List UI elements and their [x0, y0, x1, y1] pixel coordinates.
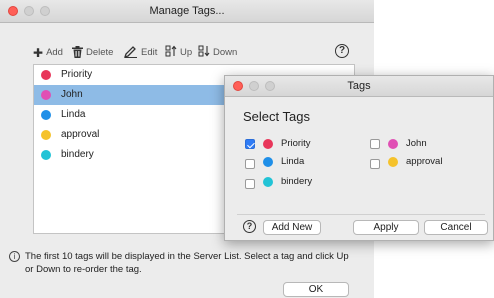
checkbox-approval[interactable]	[370, 159, 380, 169]
option-label: bindery	[281, 176, 313, 187]
trash-icon	[72, 45, 83, 61]
pencil-icon	[123, 45, 138, 61]
tag-color-dot	[263, 177, 273, 187]
tag-name: Linda	[61, 109, 86, 120]
delete-label: Delete	[86, 47, 114, 58]
ok-button[interactable]: OK	[283, 282, 349, 297]
tag-name: bindery	[61, 149, 94, 160]
tag-color-dot	[263, 139, 273, 149]
tag-color-dot	[41, 70, 51, 80]
option-label: John	[406, 138, 427, 149]
help-icon[interactable]: ?	[335, 44, 349, 58]
dialog-heading: Select Tags	[243, 109, 310, 124]
info-text: The first 10 tags will be displayed in t…	[25, 251, 349, 275]
apply-button[interactable]: Apply	[353, 220, 419, 235]
sort-up-icon	[165, 45, 177, 62]
tag-color-dot	[41, 110, 51, 120]
tag-color-dot	[388, 139, 398, 149]
tag-color-dot	[41, 90, 51, 100]
cancel-button[interactable]: Cancel	[424, 220, 488, 235]
plus-icon: ✚	[33, 46, 44, 60]
option-label: approval	[406, 156, 443, 167]
edit-label: Edit	[141, 47, 158, 58]
checkbox-bindery[interactable]	[245, 179, 255, 189]
down-label: Down	[213, 47, 238, 58]
tags-dialog: Tags Select Tags Priority Linda bindery …	[224, 75, 494, 241]
checkbox-john[interactable]	[370, 139, 380, 149]
tag-color-dot	[263, 157, 273, 167]
tag-color-dot	[41, 150, 51, 160]
tag-color-dot	[41, 130, 51, 140]
tag-name: John	[61, 89, 83, 100]
option-label: Priority	[281, 138, 311, 149]
edit-button[interactable]: Edit	[123, 45, 158, 61]
tag-name: Priority	[61, 69, 93, 80]
option-label: Linda	[281, 156, 305, 167]
tag-color-dot	[388, 157, 398, 167]
sort-down-icon	[198, 45, 210, 62]
checkbox-linda[interactable]	[245, 159, 255, 169]
tag-name: approval	[61, 129, 100, 140]
add-button[interactable]: ✚ Add	[33, 46, 63, 60]
up-label: Up	[180, 47, 193, 58]
dialog-separator	[237, 214, 485, 215]
add-new-button[interactable]: Add New	[263, 220, 321, 235]
add-label: Add	[46, 47, 63, 58]
window-title: Manage Tags...	[149, 5, 225, 17]
dialog-title: Tags	[347, 80, 371, 92]
dialog-titlebar: Tags	[225, 76, 493, 97]
main-titlebar: Manage Tags...	[0, 0, 374, 23]
info-icon: i	[9, 251, 20, 262]
down-button[interactable]: Down	[198, 45, 238, 62]
up-button[interactable]: Up	[165, 45, 193, 62]
checkbox-priority[interactable]	[245, 139, 255, 149]
help-icon[interactable]: ?	[243, 220, 256, 233]
delete-button[interactable]: Delete	[72, 45, 114, 61]
